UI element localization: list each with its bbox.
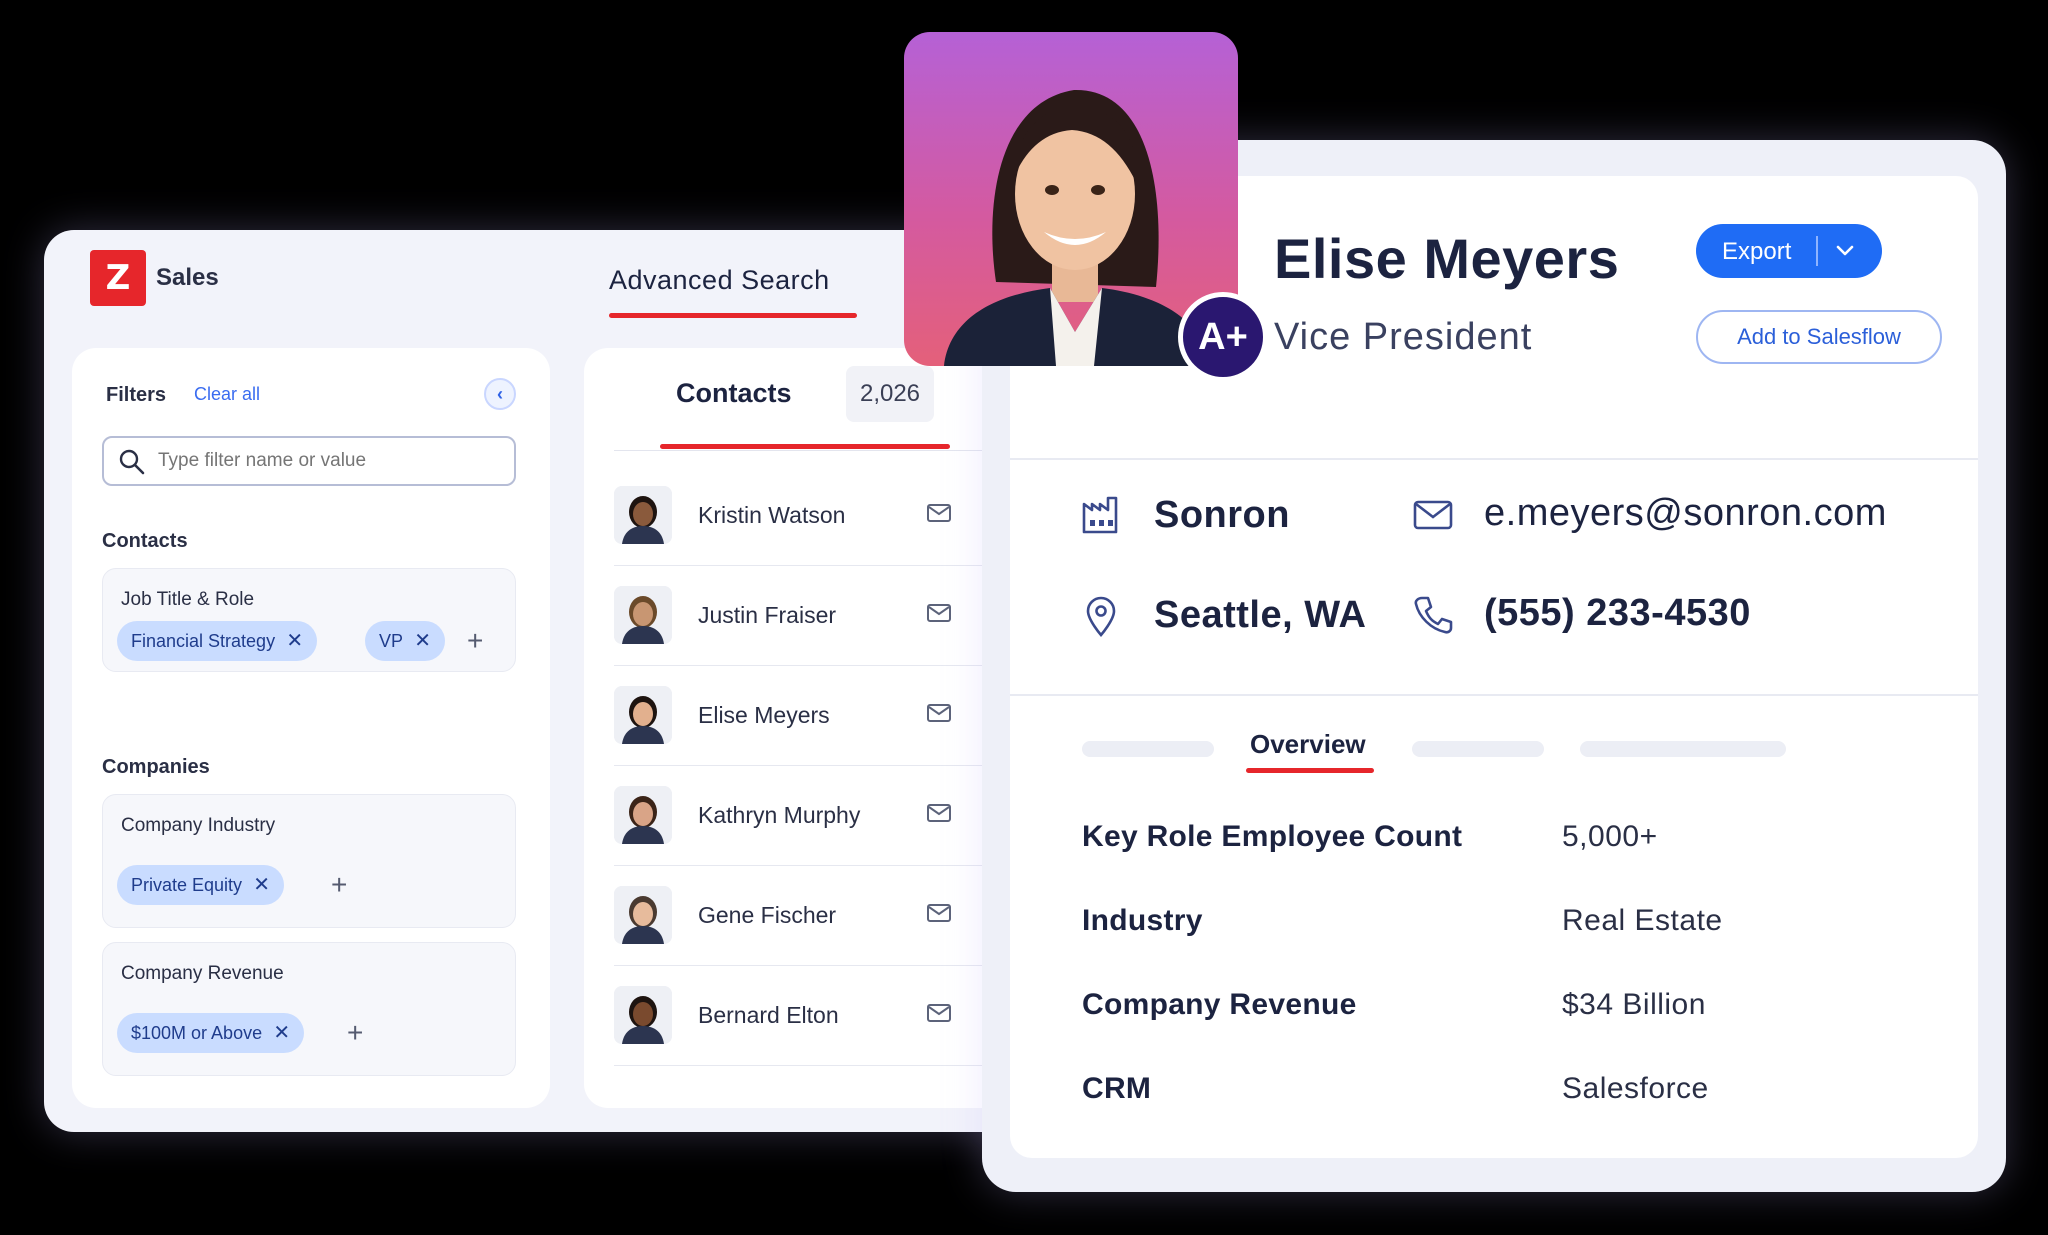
- app-name: Sales: [156, 264, 219, 291]
- avatar: [614, 486, 672, 544]
- contact-name[interactable]: Justin Fraiser: [698, 602, 836, 629]
- location-pin-icon: [1086, 596, 1116, 637]
- chevron-left-icon: ‹: [497, 384, 503, 404]
- detail-value: $34 Billion: [1562, 988, 1706, 1021]
- app-logo[interactable]: Z: [90, 250, 146, 306]
- contact-name[interactable]: Elise Meyers: [698, 702, 830, 729]
- filter-chip[interactable]: Financial Strategy ✕: [117, 621, 318, 661]
- avatar: [614, 886, 672, 944]
- export-button[interactable]: Export: [1696, 224, 1882, 278]
- close-icon[interactable]: ✕: [286, 621, 303, 661]
- detail-key: CRM: [1082, 1072, 1152, 1105]
- detail-value: Salesforce: [1562, 1072, 1709, 1105]
- filter-chip[interactable]: $100M or Above ✕: [117, 1013, 305, 1053]
- companies-section-label: Companies: [102, 756, 210, 778]
- detail-value: 5,000+: [1562, 820, 1658, 853]
- advanced-search-window: Z Sales Advanced Search Filters Clear al…: [44, 230, 1044, 1132]
- contact-name[interactable]: Kathryn Murphy: [698, 802, 860, 829]
- mail-icon[interactable]: [926, 802, 952, 824]
- export-label: Export: [1722, 238, 1792, 265]
- filters-panel: Filters Clear all ‹ Contacts Job Title &…: [72, 348, 550, 1108]
- phone-value[interactable]: (555) 233-4530: [1484, 592, 1751, 635]
- contact-row[interactable]: Bernard Elton: [614, 966, 1014, 1066]
- add-to-salesflow-button[interactable]: Add to Salesflow: [1696, 310, 1942, 364]
- detail-key: Company Revenue: [1082, 988, 1357, 1021]
- mail-icon[interactable]: [926, 502, 952, 524]
- industry-filter-label: Company Industry: [121, 815, 276, 836]
- tab-overview[interactable]: Overview: [1250, 729, 1366, 760]
- profile-job-title: Vice President: [1274, 316, 1533, 358]
- detail-key: Industry: [1082, 904, 1203, 937]
- filter-search-box[interactable]: [102, 436, 516, 486]
- mail-icon[interactable]: [926, 1002, 952, 1024]
- grade-badge: A+: [1178, 292, 1268, 382]
- app-header: Z Sales Advanced Search: [44, 230, 1044, 330]
- company-name[interactable]: Sonron: [1154, 494, 1290, 537]
- contact-row[interactable]: Justin Fraiser: [614, 566, 1014, 666]
- detail-key: Key Role Employee Count: [1082, 820, 1463, 853]
- divider: [614, 450, 1014, 451]
- tab-placeholder[interactable]: [1412, 741, 1544, 757]
- active-tab-indicator: [609, 313, 857, 318]
- filter-search-input[interactable]: [158, 446, 498, 476]
- contact-name[interactable]: Bernard Elton: [698, 1002, 839, 1029]
- contacts-section-label: Contacts: [102, 530, 188, 552]
- contacts-panel: Contacts 2,026 Kristin Watson Justin Frai…: [584, 348, 1044, 1108]
- avatar: [614, 686, 672, 744]
- filter-chip[interactable]: Private Equity ✕: [117, 865, 285, 905]
- avatar: [614, 986, 672, 1044]
- email-value[interactable]: e.meyers@sonron.com: [1484, 492, 1887, 535]
- chevron-down-icon[interactable]: [1834, 241, 1856, 261]
- add-filter-button[interactable]: +: [467, 621, 483, 661]
- close-icon[interactable]: ✕: [253, 865, 270, 905]
- search-icon: [119, 449, 145, 475]
- mail-icon: [1413, 500, 1453, 530]
- divider: [1010, 694, 1978, 696]
- industry-filter-card: Company Industry Private Equity ✕ +: [102, 794, 516, 928]
- contact-name[interactable]: Gene Fischer: [698, 902, 836, 929]
- add-filter-button[interactable]: +: [347, 1013, 363, 1053]
- contact-name[interactable]: Kristin Watson: [698, 502, 845, 529]
- avatar: [614, 786, 672, 844]
- detail-value: Real Estate: [1562, 904, 1723, 937]
- chip-label: $100M or Above: [131, 1023, 263, 1043]
- mail-icon[interactable]: [926, 702, 952, 724]
- active-tab-indicator: [1246, 768, 1374, 773]
- location-value: Seattle, WA: [1154, 594, 1367, 636]
- revenue-filter-card: Company Revenue $100M or Above ✕ +: [102, 942, 516, 1076]
- divider: [1010, 458, 1978, 460]
- profile-name: Elise Meyers: [1274, 227, 1620, 290]
- add-filter-button[interactable]: +: [331, 865, 347, 905]
- tab-placeholder[interactable]: [1580, 741, 1786, 757]
- tab-placeholder[interactable]: [1082, 741, 1214, 757]
- contact-row[interactable]: Gene Fischer: [614, 866, 1014, 966]
- tab-contacts[interactable]: Contacts: [676, 378, 792, 409]
- revenue-filter-label: Company Revenue: [121, 963, 284, 984]
- filter-chip[interactable]: VP ✕: [365, 621, 446, 661]
- collapse-panel-button[interactable]: ‹: [484, 378, 516, 410]
- mail-icon[interactable]: [926, 602, 952, 624]
- close-icon[interactable]: ✕: [414, 621, 431, 661]
- tab-advanced-search[interactable]: Advanced Search: [609, 265, 830, 296]
- clear-all-link[interactable]: Clear all: [194, 384, 260, 405]
- chip-label: VP: [379, 631, 404, 651]
- active-tab-indicator: [660, 444, 950, 449]
- building-icon: [1082, 496, 1118, 534]
- contact-row[interactable]: Kathryn Murphy: [614, 766, 1014, 866]
- avatar: [614, 586, 672, 644]
- job-title-filter-label: Job Title & Role: [121, 589, 255, 610]
- mail-icon[interactable]: [926, 902, 952, 924]
- close-icon[interactable]: ✕: [273, 1013, 290, 1053]
- contacts-count-badge: 2,026: [846, 366, 934, 422]
- contact-row[interactable]: Kristin Watson: [614, 466, 1014, 566]
- chip-label: Private Equity: [131, 875, 243, 895]
- chip-label: Financial Strategy: [131, 631, 276, 651]
- divider: [1816, 236, 1818, 266]
- phone-icon: [1414, 596, 1453, 634]
- filters-title: Filters: [106, 384, 167, 406]
- job-title-filter-card: Job Title & Role Financial Strategy ✕ VP…: [102, 568, 516, 672]
- contact-row[interactable]: Elise Meyers: [614, 666, 1014, 766]
